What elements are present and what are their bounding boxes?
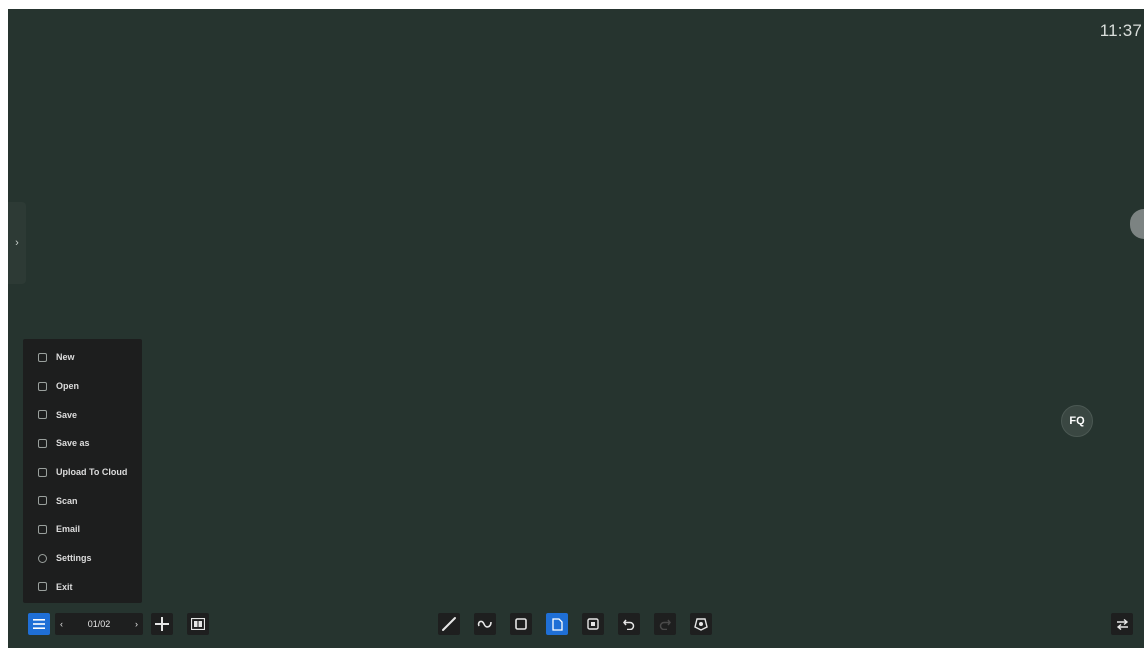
select-tool-button[interactable]: [510, 613, 532, 635]
right-edge-expand-tab[interactable]: [1126, 221, 1144, 281]
page-mode-button[interactable]: [546, 613, 568, 635]
cloud-upload-icon: [38, 467, 47, 477]
menu-item-label: Settings: [56, 553, 92, 564]
floating-assistant-button[interactable]: FQ: [1061, 405, 1093, 437]
left-edge-expand-tab[interactable]: ›: [8, 202, 26, 284]
pen-icon: [442, 617, 456, 631]
redo-button[interactable]: [654, 613, 676, 635]
pen-tool-button[interactable]: [438, 613, 460, 635]
floating-button-label: FQ: [1069, 415, 1085, 427]
save-icon: [38, 410, 47, 420]
page-overview-button[interactable]: [187, 613, 209, 635]
toolbar-switch-button[interactable]: [1111, 613, 1133, 635]
menu-item-new[interactable]: New: [23, 343, 142, 372]
hamburger-menu-icon: [33, 619, 45, 629]
email-icon: [38, 524, 47, 534]
whiteboard-canvas[interactable]: 11:37 › FQ New Open Save Save as Upload …: [8, 9, 1144, 648]
menu-item-label: New: [56, 352, 75, 363]
undo-button[interactable]: [618, 613, 640, 635]
undo-icon: [623, 619, 635, 630]
select-icon: [515, 618, 527, 630]
menu-item-label: Save: [56, 409, 78, 420]
clock: 11:37: [1099, 21, 1142, 40]
menu-item-save-as[interactable]: Save as: [23, 429, 142, 458]
menu-item-email[interactable]: Email: [23, 515, 142, 544]
menu-item-exit[interactable]: Exit: [23, 573, 142, 602]
menu-item-upload-to-cloud[interactable]: Upload To Cloud: [23, 458, 142, 487]
settings-icon: [38, 553, 47, 563]
chevron-right-icon: ›: [15, 237, 19, 249]
main-menu: New Open Save Save as Upload To Cloud Sc…: [23, 339, 142, 603]
menu-item-settings[interactable]: Settings: [23, 544, 142, 573]
next-page-button[interactable]: ›: [135, 619, 138, 629]
menu-item-save[interactable]: Save: [23, 400, 142, 429]
clear-button[interactable]: [690, 613, 712, 635]
page-indicator[interactable]: 01/02: [88, 619, 111, 629]
menu-item-scan[interactable]: Scan: [23, 486, 142, 515]
bottom-toolbar: ‹ 01/02 ›: [8, 606, 1144, 648]
insert-button[interactable]: [582, 613, 604, 635]
menu-item-label: Save as: [56, 438, 90, 449]
add-page-button[interactable]: [151, 613, 173, 635]
previous-page-button[interactable]: ‹: [60, 619, 63, 629]
document-icon: [551, 617, 563, 631]
insert-box-icon: [587, 618, 599, 630]
page-navigator: ‹ 01/02 ›: [55, 613, 143, 635]
menu-item-label: Exit: [56, 581, 73, 592]
thumbnails-icon: [191, 618, 205, 630]
exit-icon: [38, 582, 47, 592]
save-as-icon: [38, 438, 47, 448]
menu-item-open[interactable]: Open: [23, 372, 142, 401]
menu-button[interactable]: [28, 613, 50, 635]
eraser-tool-button[interactable]: [474, 613, 496, 635]
open-folder-icon: [38, 381, 47, 391]
plus-icon: [155, 617, 169, 631]
scan-icon: [38, 496, 47, 506]
new-file-icon: [38, 352, 47, 362]
clear-icon: [694, 618, 708, 631]
eraser-icon: [477, 620, 492, 628]
menu-item-label: Open: [56, 381, 80, 392]
swap-icon: [1116, 618, 1128, 630]
menu-item-label: Scan: [56, 495, 78, 506]
redo-icon: [659, 619, 671, 630]
menu-item-label: Upload To Cloud: [56, 467, 128, 478]
menu-item-label: Email: [56, 524, 81, 535]
